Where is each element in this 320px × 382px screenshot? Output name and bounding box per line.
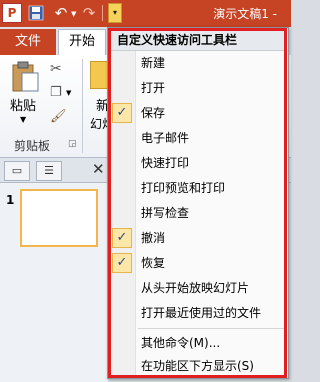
menu-item-more-commands[interactable]: 其他命令(M)...: [109, 332, 287, 354]
menu-item-label: 打印预览和打印: [141, 181, 226, 195]
paste-icon[interactable]: [10, 61, 40, 93]
title-bar: P ↶ ▼ ↷ ▾ 演示文稿1 -: [0, 0, 291, 27]
menu-item-new[interactable]: 新建: [109, 52, 287, 74]
menu-item-email[interactable]: 电子邮件: [109, 127, 287, 149]
menu-title: 自定义快速访问工具栏: [109, 29, 287, 51]
close-pane-icon[interactable]: ✕: [92, 160, 105, 178]
customize-qat-button[interactable]: ▾: [108, 3, 122, 23]
menu-item-print-preview[interactable]: 打印预览和打印: [109, 177, 287, 199]
menu-item-redo[interactable]: ✓ 恢复: [109, 252, 287, 274]
tab-slides[interactable]: ▭: [4, 161, 30, 181]
window-title: 演示文稿1 -: [213, 7, 277, 21]
menu-item-label: 从头开始放映幻灯片: [141, 281, 250, 295]
menu-item-show-below-ribbon[interactable]: 在功能区下方显示(S): [109, 355, 287, 377]
tab-outline[interactable]: ☰: [36, 161, 62, 181]
menu-item-label: 其他命令(M)...: [141, 336, 221, 350]
menu-item-recent-files[interactable]: 打开最近使用过的文件: [109, 302, 287, 324]
check-mark-icon: ✓: [112, 228, 132, 248]
group-separator: [82, 59, 83, 153]
paste-button-label[interactable]: 粘贴: [10, 95, 36, 114]
cut-icon[interactable]: ✂: [50, 61, 62, 77]
save-icon[interactable]: [28, 5, 44, 21]
menu-item-label: 快速打印: [141, 156, 190, 170]
dialog-launcher-icon[interactable]: ◲: [68, 139, 77, 149]
clipboard-group-label: 剪贴板: [14, 139, 51, 153]
menu-separator: [138, 328, 284, 329]
slides-pane: 1: [0, 183, 108, 382]
menu-item-label: 恢复: [141, 256, 166, 270]
qat-separator: [102, 5, 103, 21]
undo-dropdown-icon[interactable]: ▼: [71, 10, 76, 18]
copy-dropdown-icon[interactable]: ▼: [66, 89, 71, 97]
menu-item-spelling[interactable]: 拼写检查: [109, 202, 287, 224]
powerpoint-app-icon[interactable]: P: [2, 3, 22, 23]
tab-file[interactable]: 文件: [0, 29, 56, 55]
slide-number: 1: [6, 193, 15, 207]
menu-item-quick-print[interactable]: 快速打印: [109, 152, 287, 174]
menu-item-start-slideshow[interactable]: 从头开始放映幻灯片: [109, 277, 287, 299]
format-painter-icon[interactable]: 🖌: [50, 109, 67, 124]
check-mark-icon: ✓: [112, 103, 132, 123]
menu-item-label: 撤消: [141, 231, 166, 245]
paste-dropdown-icon[interactable]: ▼: [20, 115, 26, 124]
undo-icon[interactable]: ↶: [52, 4, 70, 22]
slide-thumbnail[interactable]: [20, 189, 98, 247]
menu-item-label: 新建: [141, 56, 166, 70]
tab-home[interactable]: 开始: [58, 29, 106, 55]
menu-item-label: 在功能区下方显示(S): [141, 359, 254, 373]
menu-item-label: 保存: [141, 106, 166, 120]
menu-item-label: 打开最近使用过的文件: [141, 306, 262, 320]
menu-item-label: 电子邮件: [141, 131, 190, 145]
menu-item-undo[interactable]: ✓ 撤消: [109, 227, 287, 249]
redo-icon[interactable]: ↷: [80, 4, 98, 22]
new-slide-icon[interactable]: [90, 61, 108, 89]
check-mark-icon: ✓: [112, 253, 132, 273]
menu-item-label: 拼写检查: [141, 206, 190, 220]
menu-item-save[interactable]: ✓ 保存: [109, 102, 287, 124]
customize-qat-menu: 自定义快速访问工具栏 新建 打开 ✓ 保存 电子邮件 快速打印 打印预览和打印 …: [107, 27, 289, 379]
menu-item-open[interactable]: 打开: [109, 77, 287, 99]
copy-icon[interactable]: ❐: [50, 85, 62, 100]
menu-item-label: 打开: [141, 81, 166, 95]
